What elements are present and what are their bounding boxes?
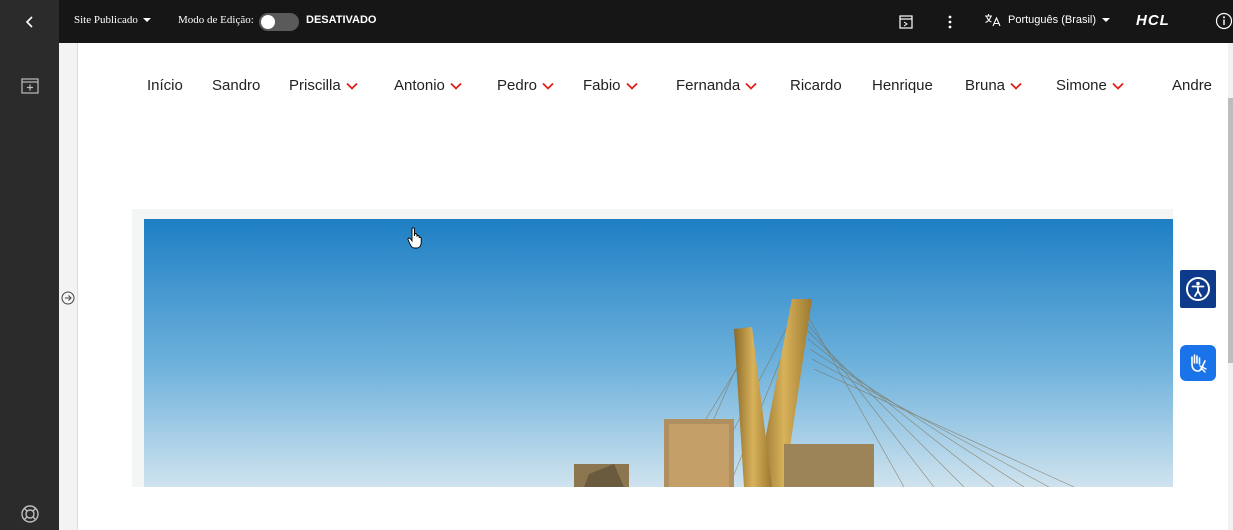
help-icon[interactable]: [20, 504, 40, 524]
nav-item-label: Fabio: [583, 77, 621, 94]
nav-item-label: Sandro: [212, 77, 261, 94]
caret-down-icon: [142, 18, 151, 22]
expand-arrow-icon[interactable]: [61, 291, 75, 305]
vertical-scrollbar[interactable]: [1228, 43, 1233, 530]
page-content: Início Sandro Priscilla Antonio Pedro Fabio Fe…: [78, 43, 1228, 530]
hero-image: [144, 219, 1173, 487]
caret-down-icon: [1102, 18, 1111, 22]
language-selector[interactable]: Português (Brasil): [984, 13, 1111, 27]
nav-item-label: Priscilla: [289, 77, 341, 94]
site-status-dropdown[interactable]: Site Publicado: [74, 14, 151, 26]
chevron-down-icon: [625, 82, 638, 90]
site-status-label: Site Publicado: [74, 14, 138, 26]
nav-item-label: Início: [147, 77, 183, 94]
back-button[interactable]: [0, 0, 59, 43]
info-icon[interactable]: [1215, 12, 1233, 30]
nav-item[interactable]: Sandro: [212, 77, 260, 94]
chevron-down-icon: [346, 82, 358, 90]
nav-item-label: Henrique: [872, 77, 933, 94]
scrollbar-thumb[interactable]: [1228, 98, 1233, 363]
nav-item[interactable]: Henrique: [872, 77, 933, 94]
bridge-photo: [144, 219, 1173, 487]
nav-item[interactable]: Início: [147, 77, 183, 94]
chevron-down-icon: [745, 82, 757, 90]
left-sidebar: [0, 43, 59, 530]
hcl-logo: HCL: [1136, 12, 1170, 29]
add-page-icon[interactable]: [21, 77, 39, 95]
nav-item[interactable]: Ricardo: [790, 77, 842, 94]
panel-icon: [899, 15, 913, 29]
chevron-down-icon: [1112, 82, 1124, 90]
nav-item[interactable]: Simone: [1056, 77, 1125, 94]
top-toolbar: Site Publicado Modo de Edição: DESATIVAD…: [0, 0, 1233, 43]
chevron-down-icon: [1010, 82, 1022, 90]
hand-cursor-icon: [407, 227, 422, 249]
panel-button[interactable]: [896, 12, 916, 32]
nav-item[interactable]: Fernanda: [676, 77, 758, 94]
language-label: Português (Brasil): [1008, 14, 1097, 26]
more-options-button[interactable]: [940, 10, 960, 34]
sign-language-button[interactable]: [1180, 345, 1216, 381]
translate-icon: [985, 14, 1001, 27]
kebab-icon: [948, 15, 952, 29]
chevron-down-icon: [542, 82, 554, 90]
nav-item-label: Andre: [1172, 77, 1213, 94]
nav-item-label: Simone: [1056, 77, 1107, 94]
nav-item[interactable]: Priscilla: [289, 77, 359, 94]
nav-item[interactable]: Bruna: [965, 77, 1023, 94]
back-icon: [25, 15, 33, 28]
edit-mode-toggle[interactable]: [259, 13, 299, 31]
nav-item-label: Pedro: [497, 77, 538, 94]
nav-item-label: Antonio: [394, 77, 445, 94]
nav-item[interactable]: Fabio: [583, 77, 639, 94]
expand-panel-strip: [59, 43, 78, 530]
nav-item-label: Bruna: [965, 77, 1006, 94]
nav-item[interactable]: Antonio: [394, 77, 463, 94]
nav-item[interactable]: Andre: [1172, 77, 1212, 94]
edit-mode-label: Modo de Edição:: [178, 14, 254, 26]
sign-language-icon: [1191, 354, 1207, 373]
nav-item-label: Ricardo: [790, 77, 842, 94]
nav-item[interactable]: Pedro: [497, 77, 555, 94]
chevron-down-icon: [450, 82, 462, 90]
site-navigation: Início Sandro Priscilla Antonio Pedro Fabio Fe…: [78, 77, 1228, 101]
edit-mode-state: DESATIVADO: [306, 14, 377, 26]
toggle-knob: [261, 15, 275, 29]
accessibility-button[interactable]: [1180, 270, 1216, 308]
nav-item-label: Fernanda: [676, 77, 741, 94]
accessibility-icon: [1186, 277, 1210, 301]
